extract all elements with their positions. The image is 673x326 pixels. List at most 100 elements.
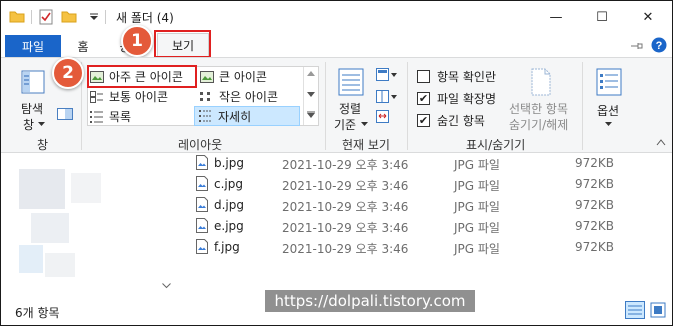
jpg-file-icon [196, 197, 208, 212]
scroll-down-icon[interactable] [162, 283, 171, 289]
file-row[interactable]: b.jpg 2021-10-29 오후 3:46 JPG 파일 972KB [196, 153, 626, 173]
jpg-file-icon [196, 155, 208, 170]
file-date: 2021-10-29 오후 3:46 [282, 200, 409, 214]
file-size: 972KB [575, 177, 615, 191]
layout-medium-icons[interactable]: 보통 아이콘 [90, 87, 168, 106]
sort-by-line1[interactable]: 정렬 [339, 100, 361, 117]
tab-home[interactable]: 홈 [71, 35, 95, 57]
options-dropdown-icon[interactable] [605, 122, 612, 127]
hide-selected-line2[interactable]: 숨기기/해제 [509, 116, 568, 133]
gallery-more-icon[interactable] [307, 111, 315, 118]
minimize-button[interactable]: — [533, 1, 579, 33]
file-type: JPG 파일 [454, 158, 500, 172]
ribbon-tabs: 파일 홈 공 보기 ? [1, 33, 672, 57]
new-folder-icon[interactable] [61, 9, 77, 23]
jpg-file-icon [196, 176, 208, 191]
layout-large-icons-label: 큰 아이콘 [219, 70, 267, 84]
current-view-group-label: 현재 보기 [342, 138, 390, 152]
folder-icon[interactable] [9, 9, 25, 23]
file-row[interactable]: f.jpg 2021-10-29 오후 3:46 JPG 파일 972KB [196, 237, 626, 257]
layout-small-icons-label: 작은 아이콘 [219, 90, 279, 104]
close-button[interactable]: ✕ [625, 1, 671, 33]
sort-by-line2[interactable]: 기준 [334, 116, 356, 133]
details-view-toggle-icon[interactable] [625, 301, 645, 319]
large-icons-icon [200, 70, 214, 83]
gallery-scroll[interactable] [303, 67, 317, 125]
group-by-icon[interactable] [376, 68, 398, 82]
options-button-label[interactable]: 옵션 [597, 102, 619, 119]
sort-by-dropdown-icon[interactable] [361, 122, 368, 127]
step-badge-2: 2 [52, 57, 84, 89]
highlight-extra-large-icons [87, 65, 197, 88]
properties-icon[interactable] [39, 9, 53, 25]
collapse-ribbon-icon[interactable] [656, 138, 666, 146]
add-columns-icon[interactable] [376, 90, 398, 104]
layout-details-label: 자세히 [218, 109, 252, 124]
window-title: 새 폴더 (4) [116, 11, 174, 25]
svg-text:?: ? [656, 40, 663, 52]
list-icon [90, 110, 103, 123]
file-size: 972KB [575, 240, 615, 254]
preview-pane-icon[interactable] [57, 108, 73, 120]
details-icon [199, 110, 212, 122]
jpg-file-icon [196, 218, 208, 233]
watermark: https://dolpali.tistory.com [265, 290, 475, 312]
item-count: 6개 항목 [15, 306, 60, 320]
file-row[interactable]: c.jpg 2021-10-29 오후 3:46 JPG 파일 972KB [196, 174, 626, 194]
nav-pane-button-line2[interactable]: 창 [23, 116, 34, 133]
sort-by-icon [338, 68, 364, 96]
small-icons-icon [200, 91, 210, 101]
file-date: 2021-10-29 오후 3:46 [282, 242, 409, 256]
gallery-down-icon[interactable] [307, 92, 315, 97]
large-icons-view-toggle-icon[interactable] [649, 301, 667, 319]
file-row[interactable]: e.jpg 2021-10-29 오후 3:46 JPG 파일 972KB [196, 216, 626, 236]
help-icon[interactable]: ? [651, 37, 667, 53]
highlight-view-tab [154, 30, 211, 58]
nav-pane-button-line1[interactable]: 탐색 [21, 100, 43, 117]
content-area: b.jpg 2021-10-29 오후 3:46 JPG 파일 972KB c.… [1, 153, 672, 297]
layout-group-label: 레이아웃 [178, 138, 223, 152]
step-badge-1: 1 [121, 25, 153, 57]
navigation-pane[interactable] [1, 153, 176, 297]
file-size: 972KB [575, 219, 615, 233]
file-date: 2021-10-29 오후 3:46 [282, 158, 409, 172]
hide-selected-line1[interactable]: 선택한 항목 [509, 100, 568, 117]
file-type: JPG 파일 [454, 242, 500, 256]
file-name: c.jpg [214, 177, 243, 191]
file-extensions-label: 파일 확장명 [437, 92, 497, 106]
layout-large-icons[interactable]: 큰 아이콘 [200, 67, 267, 86]
file-date: 2021-10-29 오후 3:46 [282, 179, 409, 193]
jpg-file-icon [196, 239, 208, 254]
file-date: 2021-10-29 오후 3:46 [282, 221, 409, 235]
file-type: JPG 파일 [454, 200, 500, 214]
tab-file[interactable]: 파일 [5, 35, 61, 57]
explorer-window: 새 폴더 (4) — ☐ ✕ 파일 홈 공 보기 ? 1 탐색 창 창 아주 큰… [0, 0, 673, 326]
maximize-button[interactable]: ☐ [579, 1, 625, 33]
layout-list[interactable]: 목록 [90, 107, 131, 126]
show-hide-group-label: 표시/숨기기 [466, 138, 526, 152]
hide-selected-items-icon [531, 68, 551, 96]
nav-scrollbar[interactable] [158, 153, 175, 297]
file-name: e.jpg [214, 219, 244, 233]
file-name: f.jpg [214, 240, 240, 254]
navigation-pane-icon [21, 70, 45, 94]
gallery-up-icon[interactable] [307, 71, 315, 76]
item-checkboxes-checkbox[interactable] [417, 70, 430, 83]
pane-group-label: 창 [37, 138, 49, 152]
file-size: 972KB [575, 156, 615, 170]
file-row[interactable]: d.jpg 2021-10-29 오후 3:46 JPG 파일 972KB [196, 195, 626, 215]
file-extensions-checkbox[interactable]: ✔ [417, 92, 430, 105]
nav-pane-dropdown-icon[interactable] [38, 122, 45, 127]
layout-medium-icons-label: 보통 아이콘 [109, 90, 169, 104]
layout-list-label: 목록 [109, 110, 132, 124]
hidden-items-checkbox[interactable]: ✔ [417, 114, 430, 127]
layout-details[interactable]: 자세히 [194, 106, 300, 126]
title-bar: 새 폴더 (4) — ☐ ✕ [1, 1, 672, 33]
file-name: d.jpg [214, 198, 244, 212]
quick-access-dropdown-icon[interactable] [89, 13, 99, 21]
hidden-items-label: 숨긴 항목 [437, 114, 485, 128]
size-columns-icon[interactable] [376, 110, 390, 124]
medium-icons-icon [90, 90, 103, 103]
layout-small-icons[interactable]: 작은 아이콘 [200, 87, 278, 106]
pin-ribbon-icon[interactable] [630, 41, 644, 51]
